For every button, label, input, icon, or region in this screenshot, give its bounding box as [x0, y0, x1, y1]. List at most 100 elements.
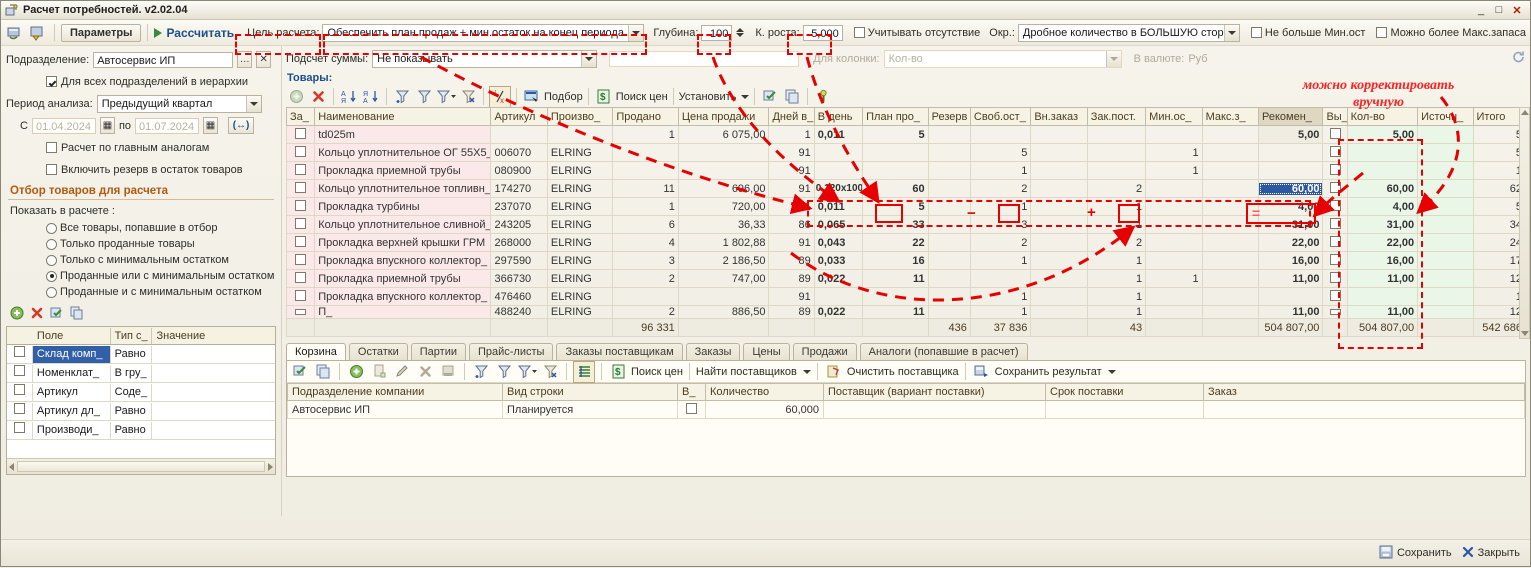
table-row[interactable]: Прокладка приемной трубы 366730 ELRING 2…: [285, 269, 1526, 288]
close-button[interactable]: Закрыть: [1462, 546, 1520, 561]
row-checkbox[interactable]: [295, 127, 307, 139]
delete-filter-icon[interactable]: [30, 306, 44, 323]
filter-field[interactable]: Артикул дл_: [33, 402, 111, 420]
filter-type[interactable]: Соде_: [111, 383, 153, 401]
cell-qty[interactable]: 60,00: [1346, 179, 1419, 198]
table-row[interactable]: Кольцо уплотнительное сливной_ 243205 EL…: [285, 215, 1526, 234]
edit-row-icon[interactable]: [392, 362, 412, 382]
table-row[interactable]: Кольцо уплотнительное ОГ 55Х5_ 006070 EL…: [285, 143, 1526, 162]
rounding-select[interactable]: Дробное количество в БОЛЬШУЮ сторону: [1017, 23, 1240, 42]
division-clear-button[interactable]: ✕: [256, 51, 272, 68]
absence-checkbox[interactable]: Учитывать отсутствие: [853, 27, 980, 39]
radio-sold-and-min[interactable]: Проданные и с минимальным остатком: [46, 286, 276, 298]
row-checkbox[interactable]: [295, 199, 307, 211]
col-row-kind[interactable]: Вид строки: [502, 383, 678, 401]
scroll-left-icon[interactable]: [9, 462, 14, 471]
tab-orders[interactable]: Заказы: [685, 343, 741, 360]
row-select-checkbox[interactable]: [1329, 235, 1341, 247]
growth-input[interactable]: 5,000: [802, 24, 843, 41]
row-select-checkbox[interactable]: [1329, 309, 1341, 315]
chevron-down-icon[interactable]: [245, 95, 261, 112]
filter-icon[interactable]: [494, 362, 514, 382]
radio-sold-only[interactable]: Только проданные товары: [46, 238, 276, 250]
clear-supplier-icon[interactable]: [824, 362, 844, 382]
table-row[interactable]: Прокладка верхней крышки ГРМ 268000 ELRI…: [285, 233, 1526, 252]
add-filter-icon[interactable]: [10, 306, 24, 323]
table-row-clipped[interactable]: П_ 488240 ELRING 2 886,50 89 0,022 11 1 …: [285, 305, 1526, 319]
col-select[interactable]: Вы_: [1322, 107, 1348, 126]
filter-field[interactable]: Номенклат_: [33, 364, 111, 382]
row-checkbox[interactable]: [295, 253, 307, 265]
table-row[interactable]: Артикул дл_ Равно: [7, 402, 275, 421]
delete-row-icon[interactable]: [415, 362, 435, 382]
table-row[interactable]: td025m 1 6 075,00 1 0,011 5 5,00 5,00: [285, 125, 1526, 144]
division-input[interactable]: Автосервис ИП: [93, 51, 234, 68]
row-select-checkbox[interactable]: [1329, 163, 1341, 175]
chevron-down-icon[interactable]: [1223, 24, 1239, 41]
delete-row-icon[interactable]: [308, 87, 328, 107]
cell-quantity[interactable]: 60,000: [705, 400, 824, 419]
table-row[interactable]: Прокладка впускного коллектор_ 297590 EL…: [285, 251, 1526, 270]
tab-prices[interactable]: Цены: [743, 343, 790, 360]
col-check[interactable]: За_: [285, 107, 316, 126]
filter-type[interactable]: Равно: [111, 402, 153, 420]
col-article[interactable]: Артикул: [490, 107, 548, 126]
tab-pricelists[interactable]: Прайс-листы: [468, 343, 554, 360]
price-search-icon[interactable]: $: [594, 87, 614, 107]
col-maker[interactable]: Произво_: [546, 107, 614, 126]
col-supplier-order[interactable]: Зак.пост.: [1086, 107, 1147, 126]
row-select-checkbox[interactable]: [1329, 217, 1341, 229]
tab-batches[interactable]: Партии: [410, 343, 466, 360]
scroll-up-icon[interactable]: [1520, 110, 1529, 115]
add-row-icon[interactable]: [286, 87, 306, 107]
all-divisions-checkbox[interactable]: Для всех подразделений в иерархии: [46, 72, 276, 91]
scroll-down-icon[interactable]: [1520, 331, 1529, 336]
scroll-right-icon[interactable]: [268, 462, 273, 471]
col-min-stock[interactable]: Мин.ос_: [1145, 107, 1203, 126]
cell-qty[interactable]: 4,00: [1346, 197, 1419, 216]
set-delete-mark-icon[interactable]: [438, 362, 458, 382]
refresh-form-icon[interactable]: [5, 23, 25, 43]
tab-sales[interactable]: Продажи: [792, 343, 857, 360]
cell-qty[interactable]: 31,00: [1346, 215, 1419, 234]
row-select-checkbox[interactable]: [1329, 127, 1341, 139]
row-checkbox[interactable]: [295, 145, 307, 157]
set-label[interactable]: Установить: [679, 91, 737, 103]
filter-field[interactable]: Склад комп_: [32, 345, 111, 363]
cell-qty[interactable]: 11,00: [1346, 305, 1419, 319]
filter-icon[interactable]: [414, 87, 434, 107]
depth-stepper[interactable]: [736, 28, 747, 37]
table-row[interactable]: Артикул Соде_: [7, 383, 275, 402]
row-checkbox[interactable]: [295, 309, 307, 315]
copy-icon[interactable]: [313, 362, 333, 382]
calendar-icon[interactable]: ▦: [203, 117, 219, 134]
col-recommend[interactable]: Рекомен_: [1257, 107, 1324, 126]
cell-supplier[interactable]: [823, 400, 1046, 419]
cell-qty[interactable]: 11,00: [1346, 269, 1419, 288]
copy-filter-icon[interactable]: [70, 306, 84, 323]
filter-grid-scrollbar[interactable]: [7, 458, 275, 474]
table-row[interactable]: Номенклат_ В гру_: [7, 364, 275, 383]
info-icon[interactable]: [813, 87, 833, 107]
mark-all-icon[interactable]: [760, 87, 780, 107]
main-analogs-checkbox[interactable]: Расчет по главным аналогам: [46, 138, 276, 157]
tab-analogs[interactable]: Аналоги (попавшие в расчет): [859, 343, 1028, 360]
filter-list-icon[interactable]: [436, 87, 456, 107]
cell-qty[interactable]: 22,00: [1346, 233, 1419, 252]
filter-clear-icon[interactable]: [458, 87, 478, 107]
row-select-checkbox[interactable]: [1329, 289, 1341, 301]
table-row[interactable]: Прокладка впускного коллектор_ 476460 EL…: [285, 287, 1526, 306]
toggle-formula-icon[interactable]: ix: [489, 85, 511, 108]
copy-icon[interactable]: [782, 87, 802, 107]
row-checkbox[interactable]: [295, 235, 307, 247]
sum-extra-input[interactable]: [609, 51, 800, 67]
chevron-down-icon[interactable]: [628, 24, 644, 41]
filter-list-icon[interactable]: [517, 362, 537, 382]
division-pick-button[interactable]: …: [237, 51, 253, 68]
col-internal-order[interactable]: Вн.заказ: [1030, 107, 1088, 126]
table-row[interactable]: Автосервис ИП Планируется 60,000: [287, 400, 1525, 419]
row-select-checkbox[interactable]: [1329, 145, 1341, 157]
table-row[interactable]: Прокладка турбины 237070 ELRING 1 720,00…: [285, 197, 1526, 216]
close-icon[interactable]: ✕: [1509, 3, 1525, 17]
cell-qty[interactable]: 5,00: [1346, 125, 1419, 144]
